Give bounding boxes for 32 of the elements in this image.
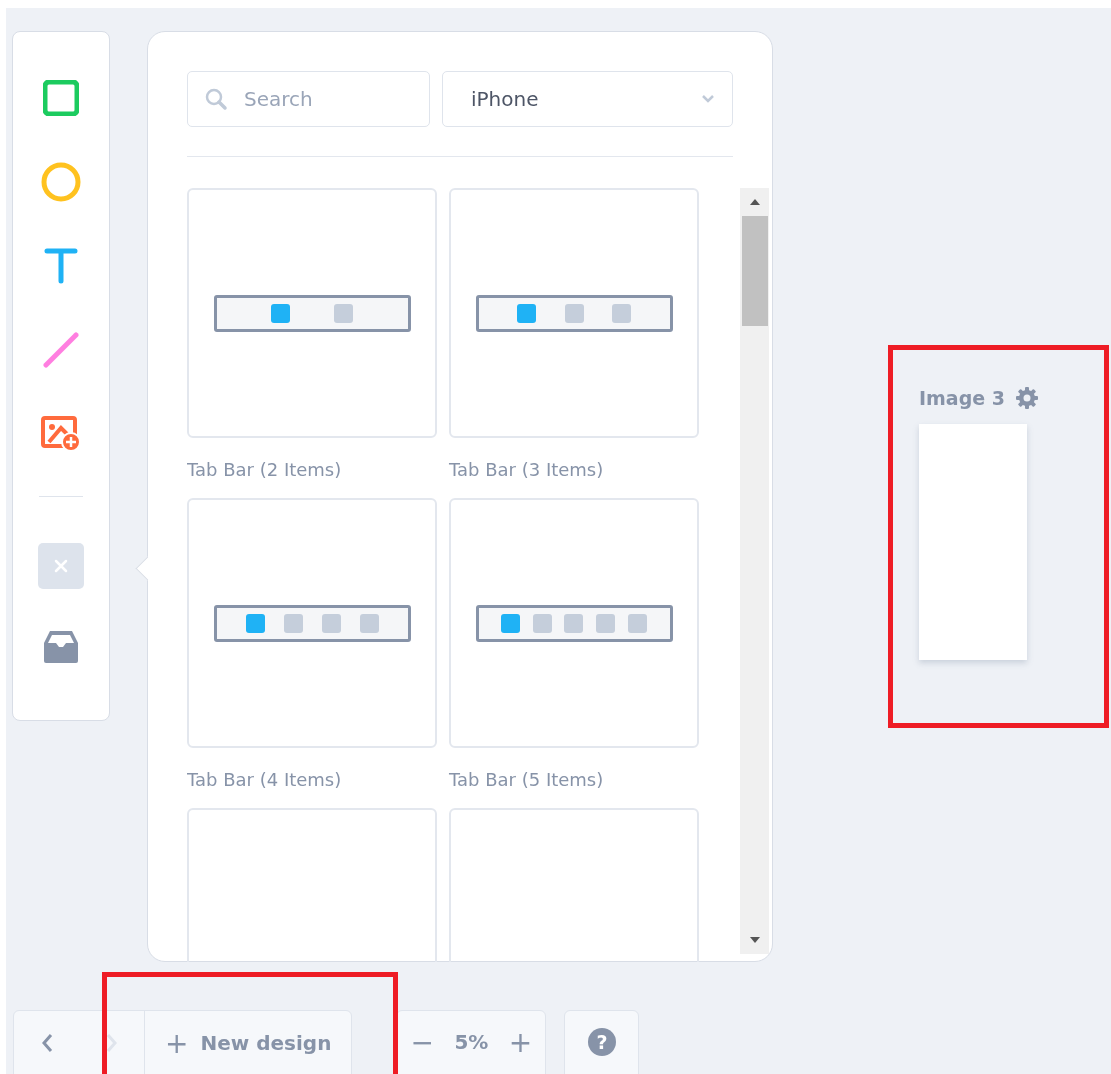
- component-caption: Tab Bar (2 Items): [187, 458, 343, 482]
- scrollbar-thumb[interactable]: [741, 216, 768, 326]
- component-card[interactable]: [187, 188, 437, 438]
- line-tool-icon[interactable]: [43, 332, 79, 368]
- rectangle-tool-icon[interactable]: [43, 80, 79, 116]
- search-field[interactable]: Search: [187, 71, 430, 127]
- artboard-title[interactable]: Image 3: [919, 387, 1005, 409]
- scroll-down-icon[interactable]: [748, 936, 761, 944]
- zoom-level: 5%: [454, 1030, 489, 1054]
- chevron-down-icon: [702, 95, 714, 103]
- circle-tool-icon[interactable]: [41, 162, 81, 202]
- component-card[interactable]: [449, 188, 699, 438]
- close-icon: [54, 559, 68, 573]
- new-design-button[interactable]: + New design: [144, 1011, 352, 1074]
- help-button[interactable]: ?: [587, 1028, 616, 1056]
- zoom-out-button[interactable]: −: [404, 1025, 441, 1059]
- component-caption: Tab Bar (3 Items): [449, 458, 605, 482]
- chevron-right-icon: [105, 1033, 118, 1053]
- scrollbar[interactable]: [740, 188, 769, 954]
- text-tool-icon[interactable]: [44, 248, 78, 284]
- image-add-icon[interactable]: [41, 416, 81, 452]
- zoom-in-button[interactable]: +: [502, 1025, 539, 1059]
- component-card[interactable]: [449, 498, 699, 748]
- component-caption: Tab Bar (4 Items): [187, 768, 343, 792]
- search-icon: [204, 87, 228, 111]
- device-dropdown[interactable]: iPhone: [442, 71, 733, 127]
- close-button[interactable]: [38, 543, 84, 589]
- component-caption: Tab Bar (5 Items): [449, 768, 605, 792]
- component-card[interactable]: [187, 498, 437, 748]
- chevron-left-icon: [40, 1033, 53, 1053]
- inbox-icon[interactable]: [42, 629, 80, 665]
- scroll-up-icon[interactable]: [748, 198, 761, 206]
